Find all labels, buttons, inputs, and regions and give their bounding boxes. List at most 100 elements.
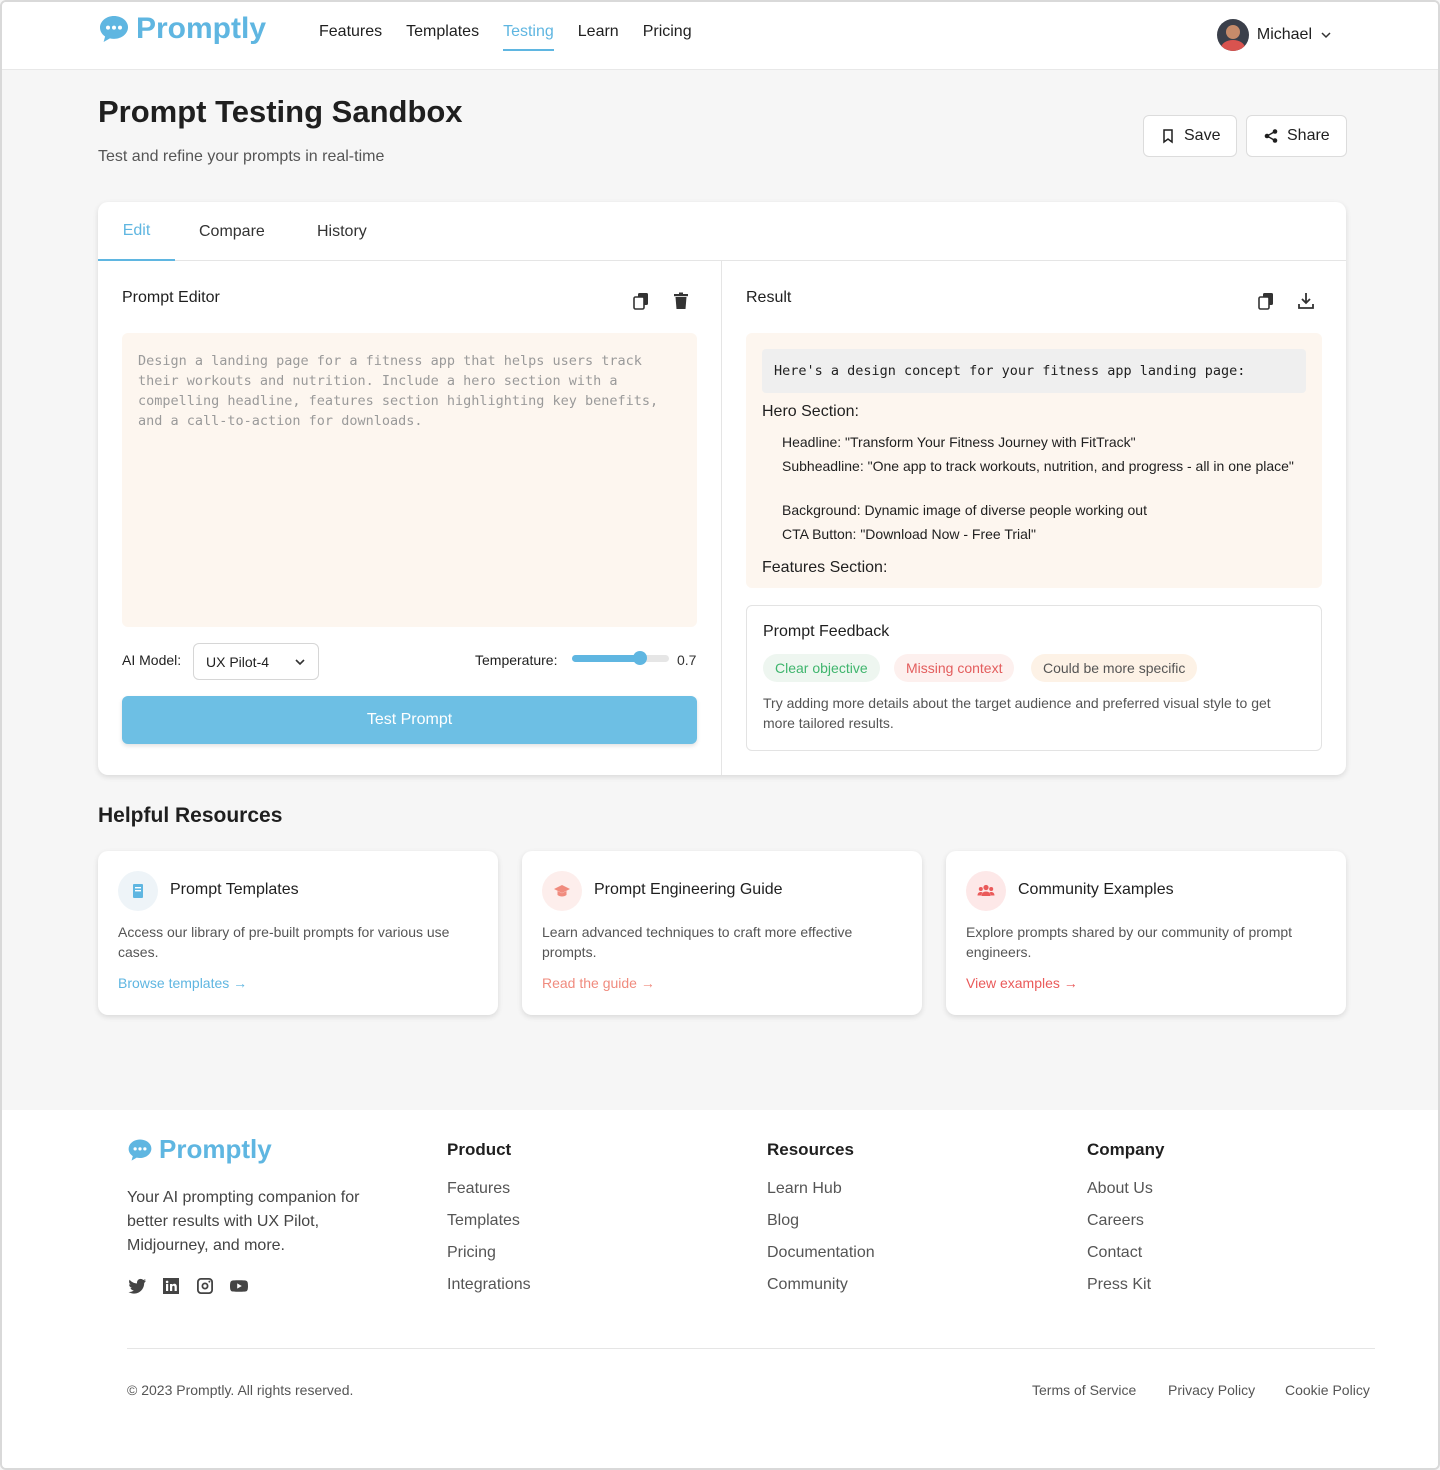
twitter-icon[interactable] [127,1276,147,1296]
page-frame: Promptly Features Templates Testing Lear… [0,0,1440,1470]
result-output: Here's a design concept for your fitness… [746,333,1322,588]
user-menu[interactable]: Michael [1216,19,1332,51]
save-button[interactable]: Save [1143,115,1238,157]
terms-link[interactable]: Terms of Service [1032,1382,1136,1398]
copy-result-icon[interactable] [1256,291,1276,311]
top-navigation-bar: Promptly Features Templates Testing Lear… [2,2,1438,70]
chat-bubble-logo-icon [128,1138,152,1161]
share-button[interactable]: Share [1246,115,1347,157]
resource-description: Access our library of pre-built prompts … [118,924,450,960]
slider-handle[interactable] [632,651,647,665]
feedback-text: Try adding more details about the target… [763,695,1271,731]
result-title: Result [746,289,792,306]
footer-link[interactable]: Community [767,1276,875,1308]
nav-features[interactable]: Features [319,20,382,51]
footer-link[interactable]: Templates [447,1212,531,1244]
footer-column-resources: Resources Learn Hub Blog Documentation C… [767,1140,875,1308]
footer-link[interactable]: Pricing [447,1244,531,1276]
view-examples-link[interactable]: View examples → [966,975,1078,991]
footer-link[interactable]: Integrations [447,1276,531,1308]
test-prompt-button[interactable]: Test Prompt [122,696,697,744]
footer-link[interactable]: Careers [1087,1212,1164,1244]
footer-link[interactable]: Press Kit [1087,1276,1164,1308]
resource-card-guide[interactable]: Prompt Engineering Guide Learn advanced … [522,851,922,1015]
prompt-editor-title: Prompt Editor [122,289,220,306]
copyright-text: © 2023 Promptly. All rights reserved. [127,1382,354,1398]
download-icon[interactable] [1296,291,1316,311]
nav-templates[interactable]: Templates [406,20,479,51]
share-label: Share [1287,127,1330,144]
brand-logo[interactable]: Promptly [98,12,266,46]
sandbox-card: Edit Compare History Prompt Editor Desig… [98,202,1346,775]
footer-column-company: Company About Us Careers Contact Press K… [1087,1140,1164,1308]
user-name: Michael [1256,26,1312,43]
youtube-icon[interactable] [229,1276,249,1296]
footer-link[interactable]: About Us [1087,1180,1164,1212]
share-icon [1264,129,1278,143]
brand-name: Promptly [136,12,267,45]
nav-learn[interactable]: Learn [578,20,619,51]
feedback-chip-more-specific: Could be more specific [1031,654,1198,682]
tab-history[interactable]: History [317,202,367,261]
page-subtitle: Test and refine your prompts in real-tim… [98,148,385,165]
feedback-chip-missing-context: Missing context [894,654,1015,682]
resource-title: Prompt Engineering Guide [594,881,783,898]
prompt-feedback-panel: Prompt Feedback Clear objective Missing … [746,605,1322,751]
nav-pricing[interactable]: Pricing [643,20,692,51]
tab-compare[interactable]: Compare [199,202,265,261]
footer-link[interactable]: Documentation [767,1244,875,1276]
resource-title: Prompt Templates [170,881,299,898]
result-list-item: CTA Button: "Download Now - Free Trial" [782,526,1036,542]
cookie-link[interactable]: Cookie Policy [1285,1382,1370,1398]
features-section-heading: Features Section: [762,559,888,576]
graduation-cap-icon [542,871,582,911]
page-title: Prompt Testing Sandbox [98,94,463,129]
footer: Promptly Your AI prompting companion for… [2,1110,1438,1468]
footer-divider [127,1348,1375,1349]
resource-description: Explore prompts shared by our community … [966,924,1293,960]
chat-bubble-logo-icon [100,16,128,42]
footer-column-product: Product Features Templates Pricing Integ… [447,1140,531,1308]
footer-link[interactable]: Learn Hub [767,1180,875,1212]
bookmark-icon [1163,129,1173,144]
slider-fill [572,655,640,662]
footer-link[interactable]: Contact [1087,1244,1164,1276]
temperature-label: Temperature: [475,652,558,668]
resources-title: Helpful Resources [98,804,283,827]
footer-heading: Company [1087,1140,1165,1159]
privacy-link[interactable]: Privacy Policy [1168,1382,1255,1398]
tab-bar: Edit Compare History [98,202,1346,261]
resource-card-templates[interactable]: Prompt Templates Access our library of p… [98,851,498,1015]
trash-icon[interactable] [671,291,691,311]
chevron-down-icon [1321,32,1331,39]
feedback-title: Prompt Feedback [763,623,890,640]
result-list-item: Background: Dynamic image of diverse peo… [782,502,1147,518]
read-guide-link[interactable]: Read the guide → [542,975,655,991]
instagram-icon[interactable] [195,1276,215,1296]
footer-logo[interactable]: Promptly [127,1134,272,1165]
copy-icon[interactable] [631,291,651,311]
panel-divider [721,261,722,775]
tab-edit[interactable]: Edit [98,202,175,261]
users-icon [966,871,1006,911]
footer-link[interactable]: Blog [767,1212,875,1244]
footer-link[interactable]: Features [447,1180,531,1212]
result-intro: Here's a design concept for your fitness… [762,349,1306,393]
result-list-item: Subheadline: "One app to track workouts,… [782,458,1294,474]
footer-brand-name: Promptly [159,1134,272,1164]
hero-section-heading: Hero Section: [762,403,859,420]
model-select[interactable]: UX Pilot-4 [193,643,319,680]
chevron-down-icon [295,658,305,665]
feedback-chip-clear-objective: Clear objective [763,654,880,682]
save-label: Save [1184,127,1221,144]
temperature-slider[interactable] [572,651,669,665]
avatar [1216,19,1249,51]
prompt-input[interactable]: Design a landing page for a fitness app … [122,333,697,627]
nav-testing[interactable]: Testing [503,20,554,51]
linkedin-icon[interactable] [161,1276,181,1296]
book-icon [118,871,158,911]
resource-card-community[interactable]: Community Examples Explore prompts share… [946,851,1346,1015]
main-nav: Features Templates Testing Learn Pricing [319,20,716,51]
browse-templates-link[interactable]: Browse templates → [118,975,247,991]
temperature-value: 0.7 [677,652,697,668]
